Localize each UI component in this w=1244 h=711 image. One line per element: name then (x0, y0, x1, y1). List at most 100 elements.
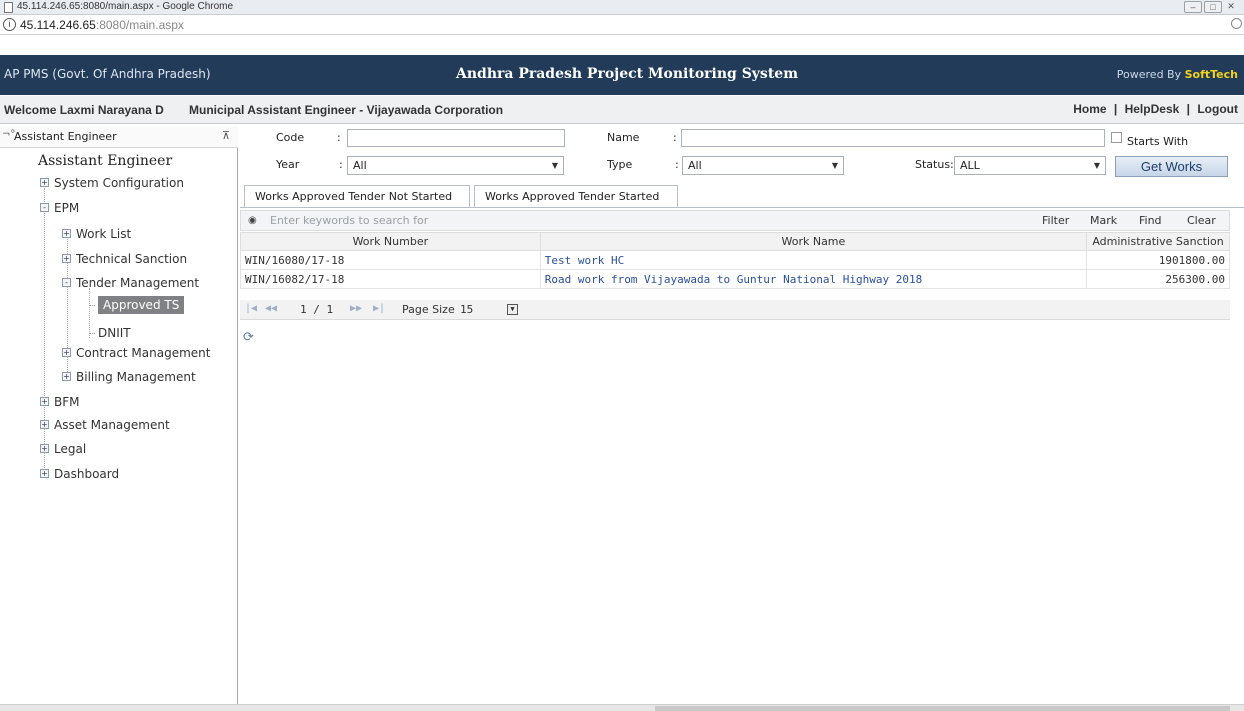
name-label: Name (607, 131, 640, 144)
scrollbar-thumb[interactable] (655, 706, 1230, 711)
tree-item-contract-management[interactable]: + Contract Management (62, 346, 210, 364)
window-title: 45.114.246.65:8080/main.aspx - Google Ch… (17, 1, 234, 12)
expand-icon[interactable]: + (62, 254, 71, 263)
code-input[interactable] (347, 129, 565, 147)
year-select[interactable]: All ▼ (347, 156, 564, 175)
tree-item-label: Legal (54, 442, 87, 456)
code-colon: : (337, 131, 341, 144)
next-page-icon[interactable]: ▶▶ (350, 303, 362, 314)
tab-works-approved-tender-not-started[interactable]: Works Approved Tender Not Started (244, 185, 470, 207)
code-label: Code (276, 131, 305, 144)
tree-item-dashboard[interactable]: + Dashboard (40, 467, 119, 485)
expand-icon[interactable]: + (62, 372, 71, 381)
tree-item-label: EPM (54, 201, 80, 215)
address-bar[interactable]: i 45.114.246.65:8080/main.aspx (0, 16, 1244, 35)
tab-works-approved-tender-started[interactable]: Works Approved Tender Started (474, 185, 678, 207)
status-label: Status: (915, 158, 954, 171)
table-row[interactable]: WIN/16082/17-18 Road work from Vijayawad… (240, 269, 1230, 289)
previous-page-icon[interactable]: ◀◀ (265, 303, 277, 314)
expand-icon[interactable]: + (40, 178, 49, 187)
user-role: Municipal Assistant Engineer - Vijayawad… (189, 103, 504, 117)
table-row[interactable]: WIN/16080/17-18 Test work HC 1901800.00 (240, 250, 1230, 270)
table-header-row: Work Number Work Name Administrative San… (240, 232, 1230, 251)
tree-item-label: System Configuration (54, 176, 184, 190)
tree-item-label: DNIIT (98, 326, 131, 340)
tree-item-billing-management[interactable]: + Billing Management (62, 370, 196, 388)
expand-icon[interactable]: + (40, 397, 49, 406)
tree-connector (89, 305, 95, 306)
extension-icon[interactable] (1231, 18, 1242, 29)
column-header-work-name[interactable]: Work Name (539, 232, 1088, 251)
helpdesk-link[interactable]: HelpDesk (1125, 102, 1180, 116)
expand-icon[interactable]: + (40, 420, 49, 429)
page-size-dropdown-icon[interactable]: ▼ (507, 304, 518, 315)
tree-item-asset-management[interactable]: + Asset Management (40, 418, 170, 436)
grid-search-bar: ◉ Enter keywords to search for Filter Ma… (240, 210, 1230, 231)
column-header-administrative-sanction[interactable]: Administrative Sanction (1086, 232, 1230, 251)
first-page-icon[interactable]: |◀ (245, 303, 257, 314)
works-table: Work Number Work Name Administrative San… (240, 232, 1230, 289)
get-works-button[interactable]: Get Works (1115, 156, 1228, 177)
find-button[interactable]: Find (1139, 214, 1162, 227)
tree-item-work-list[interactable]: + Work List (62, 227, 131, 245)
name-colon: : (673, 131, 677, 144)
brand-name: SoftTech (1184, 68, 1238, 81)
top-links: Home | HelpDesk | Logout (1073, 102, 1238, 116)
clear-button[interactable]: Clear (1187, 214, 1216, 227)
info-icon[interactable]: i (3, 18, 16, 31)
name-input[interactable] (681, 129, 1105, 147)
grid-search-input[interactable]: Enter keywords to search for (270, 214, 428, 227)
url-path: :8080/main.aspx (95, 18, 184, 32)
horizontal-scrollbar[interactable] (0, 704, 1244, 711)
close-button[interactable]: ✕ (1224, 1, 1238, 13)
type-select[interactable]: All ▼ (682, 156, 844, 175)
collapse-icon[interactable]: - (40, 203, 49, 212)
year-value: All (353, 159, 367, 172)
pin-icon[interactable]: ⊼ (222, 129, 230, 142)
home-link[interactable]: Home (1073, 102, 1106, 116)
work-name-link[interactable]: Road work from Vijayawada to Guntur Nati… (539, 269, 1088, 289)
column-header-work-number[interactable]: Work Number (240, 232, 541, 251)
panel-header: ¬° Assistant Engineer ⊼ (0, 126, 238, 148)
refresh-icon[interactable]: ⟳ (243, 330, 254, 345)
last-page-icon[interactable]: ▶| (373, 303, 385, 314)
window-controls: – □ ✕ (1184, 1, 1238, 14)
expand-icon[interactable]: + (40, 469, 49, 478)
chevron-down-icon: ▼ (831, 161, 838, 170)
maximize-button[interactable]: □ (1204, 1, 1222, 13)
page-size-value: 15 (460, 303, 474, 316)
starts-with-checkbox[interactable] (1111, 132, 1122, 143)
page-size-label: Page Size (402, 303, 455, 316)
chevron-down-icon: ▼ (551, 161, 558, 170)
tree-item-epm[interactable]: - EPM (40, 201, 79, 219)
expand-icon[interactable]: + (40, 444, 49, 453)
tree-item-label: Contract Management (76, 346, 211, 360)
tree-item-label: Dashboard (54, 467, 120, 481)
filter-button[interactable]: Filter (1042, 214, 1069, 227)
logout-link[interactable]: Logout (1197, 102, 1238, 116)
expand-icon[interactable]: + (62, 348, 71, 357)
tree-item-bfm[interactable]: + BFM (40, 395, 80, 413)
tree-item-technical-sanction[interactable]: + Technical Sanction (62, 252, 187, 270)
app-title: Andhra Pradesh Project Monitoring System (456, 66, 799, 82)
tree-item-label: Approved TS (98, 296, 185, 314)
grid-pager: |◀ ◀◀ 1 / 1 ▶▶ ▶| Page Size 15 ▼ (240, 300, 1230, 320)
mark-button[interactable]: Mark (1090, 214, 1117, 227)
url-text[interactable]: 45.114.246.65:8080/main.aspx (20, 18, 184, 32)
tree-item-legal[interactable]: + Legal (40, 442, 86, 460)
minimize-button[interactable]: – (1184, 1, 1202, 13)
type-label: Type (607, 158, 633, 171)
expand-icon[interactable]: + (62, 229, 71, 238)
radio-icon[interactable]: ◉ (248, 215, 257, 226)
tree-item-label: Technical Sanction (76, 252, 188, 266)
tree-item-system-configuration[interactable]: + System Configuration (40, 176, 184, 194)
tree-item-tender-management[interactable]: - Tender Management (62, 276, 199, 294)
year-label: Year (276, 158, 300, 171)
tree-item-label: Work List (76, 227, 132, 241)
type-value: All (688, 159, 702, 172)
tree-item-approved-ts[interactable]: Approved TS (89, 296, 185, 316)
collapse-icon[interactable]: - (62, 278, 71, 287)
tree-item-dniit[interactable]: DNIIT (89, 326, 131, 344)
status-select[interactable]: ALL ▼ (954, 156, 1106, 175)
work-name-link[interactable]: Test work HC (539, 250, 1088, 270)
